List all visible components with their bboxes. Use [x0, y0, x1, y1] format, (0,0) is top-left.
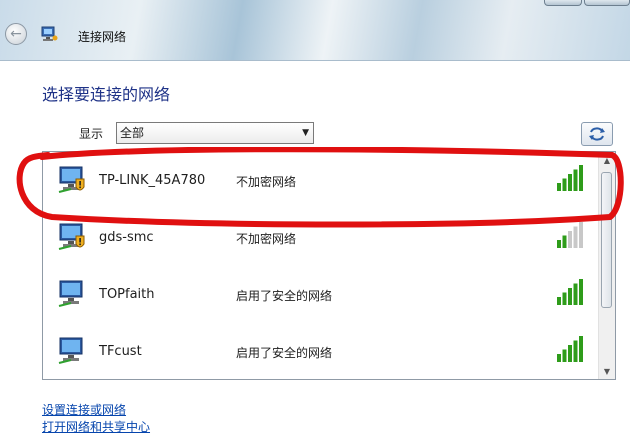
network-ssid: gds-smc: [99, 230, 154, 245]
setup-connection-link[interactable]: 设置连接或网络: [42, 401, 126, 418]
signal-bar: [562, 349, 567, 362]
network-ssid: TP-LINK_45A780: [99, 173, 206, 188]
signal-bar: [579, 222, 583, 248]
network-security: 不加密网络: [236, 175, 297, 189]
filter-dropdown[interactable]: 全部 ▼: [116, 122, 314, 144]
network-ssid: TOPfaith: [99, 287, 155, 302]
signal-bar: [579, 279, 583, 305]
network-row[interactable]: gds-smc 不加密网络: [43, 209, 599, 266]
network-icon: [41, 26, 58, 41]
signal-bar: [562, 235, 567, 248]
signal-bar: [557, 297, 561, 305]
open-sharing-center-link[interactable]: 打开网络和共享中心: [42, 418, 150, 435]
signal-bar: [562, 292, 567, 305]
back-arrow-icon: ←: [10, 26, 22, 42]
signal-bars-icon: [557, 165, 583, 191]
scroll-down-icon[interactable]: ▼: [599, 363, 615, 379]
signal-bar: [573, 283, 578, 305]
network-security: 启用了安全的网络: [236, 289, 333, 303]
signal-bar: [568, 345, 572, 362]
signal-bar: [557, 354, 561, 362]
monitor-network-icon: [58, 337, 83, 364]
network-list: TFcust 启用了安全的网络 TOPfaith 启用了安全的网络 gds-smc 不加密…: [42, 151, 616, 380]
refresh-icon: [589, 127, 605, 141]
chevron-down-icon: ▼: [302, 128, 309, 138]
signal-bars-icon: [557, 222, 583, 248]
signal-bar: [573, 169, 578, 191]
scroll-up-icon[interactable]: ▲: [599, 152, 615, 168]
signal-bar: [562, 178, 567, 191]
signal-bar: [557, 183, 561, 191]
list-scrollbar[interactable]: ▲ ▼: [598, 152, 615, 379]
signal-bars-icon: [557, 336, 583, 362]
signal-bar: [557, 240, 561, 248]
refresh-button[interactable]: [581, 122, 613, 146]
signal-bar: [579, 165, 583, 191]
monitor-network-icon: [58, 166, 85, 193]
scroll-thumb[interactable]: [601, 172, 612, 308]
network-row[interactable]: TP-LINK_45A780 不加密网络: [43, 152, 599, 209]
signal-bar: [573, 340, 578, 362]
monitor-network-icon: [58, 280, 83, 307]
minimize-button[interactable]: [544, 0, 582, 6]
dialog-content: 选择要连接的网络 显示 全部 ▼ TFcust 启用了安全的网络 TOPfaith 启…: [0, 61, 630, 439]
monitor-network-icon: [58, 223, 85, 250]
signal-bar: [568, 288, 572, 305]
page-title: 选择要连接的网络: [42, 85, 171, 104]
window-title: 连接网络: [78, 30, 127, 44]
close-button[interactable]: [584, 0, 630, 6]
network-security: 启用了安全的网络: [236, 346, 333, 360]
network-ssid: TFcust: [99, 344, 142, 359]
network-row[interactable]: TFcust 启用了安全的网络: [43, 323, 599, 379]
signal-bar: [568, 174, 572, 191]
filter-value: 全部: [120, 126, 145, 140]
network-security: 不加密网络: [236, 232, 297, 246]
network-row[interactable]: TOPfaith 启用了安全的网络: [43, 266, 599, 323]
signal-bars-icon: [557, 279, 583, 305]
filter-label: 显示: [79, 127, 104, 141]
signal-bar: [568, 231, 572, 248]
back-button[interactable]: ←: [5, 23, 27, 45]
signal-bar: [579, 336, 583, 362]
signal-bar: [573, 226, 578, 248]
title-bar: ← 连接网络: [0, 0, 630, 61]
